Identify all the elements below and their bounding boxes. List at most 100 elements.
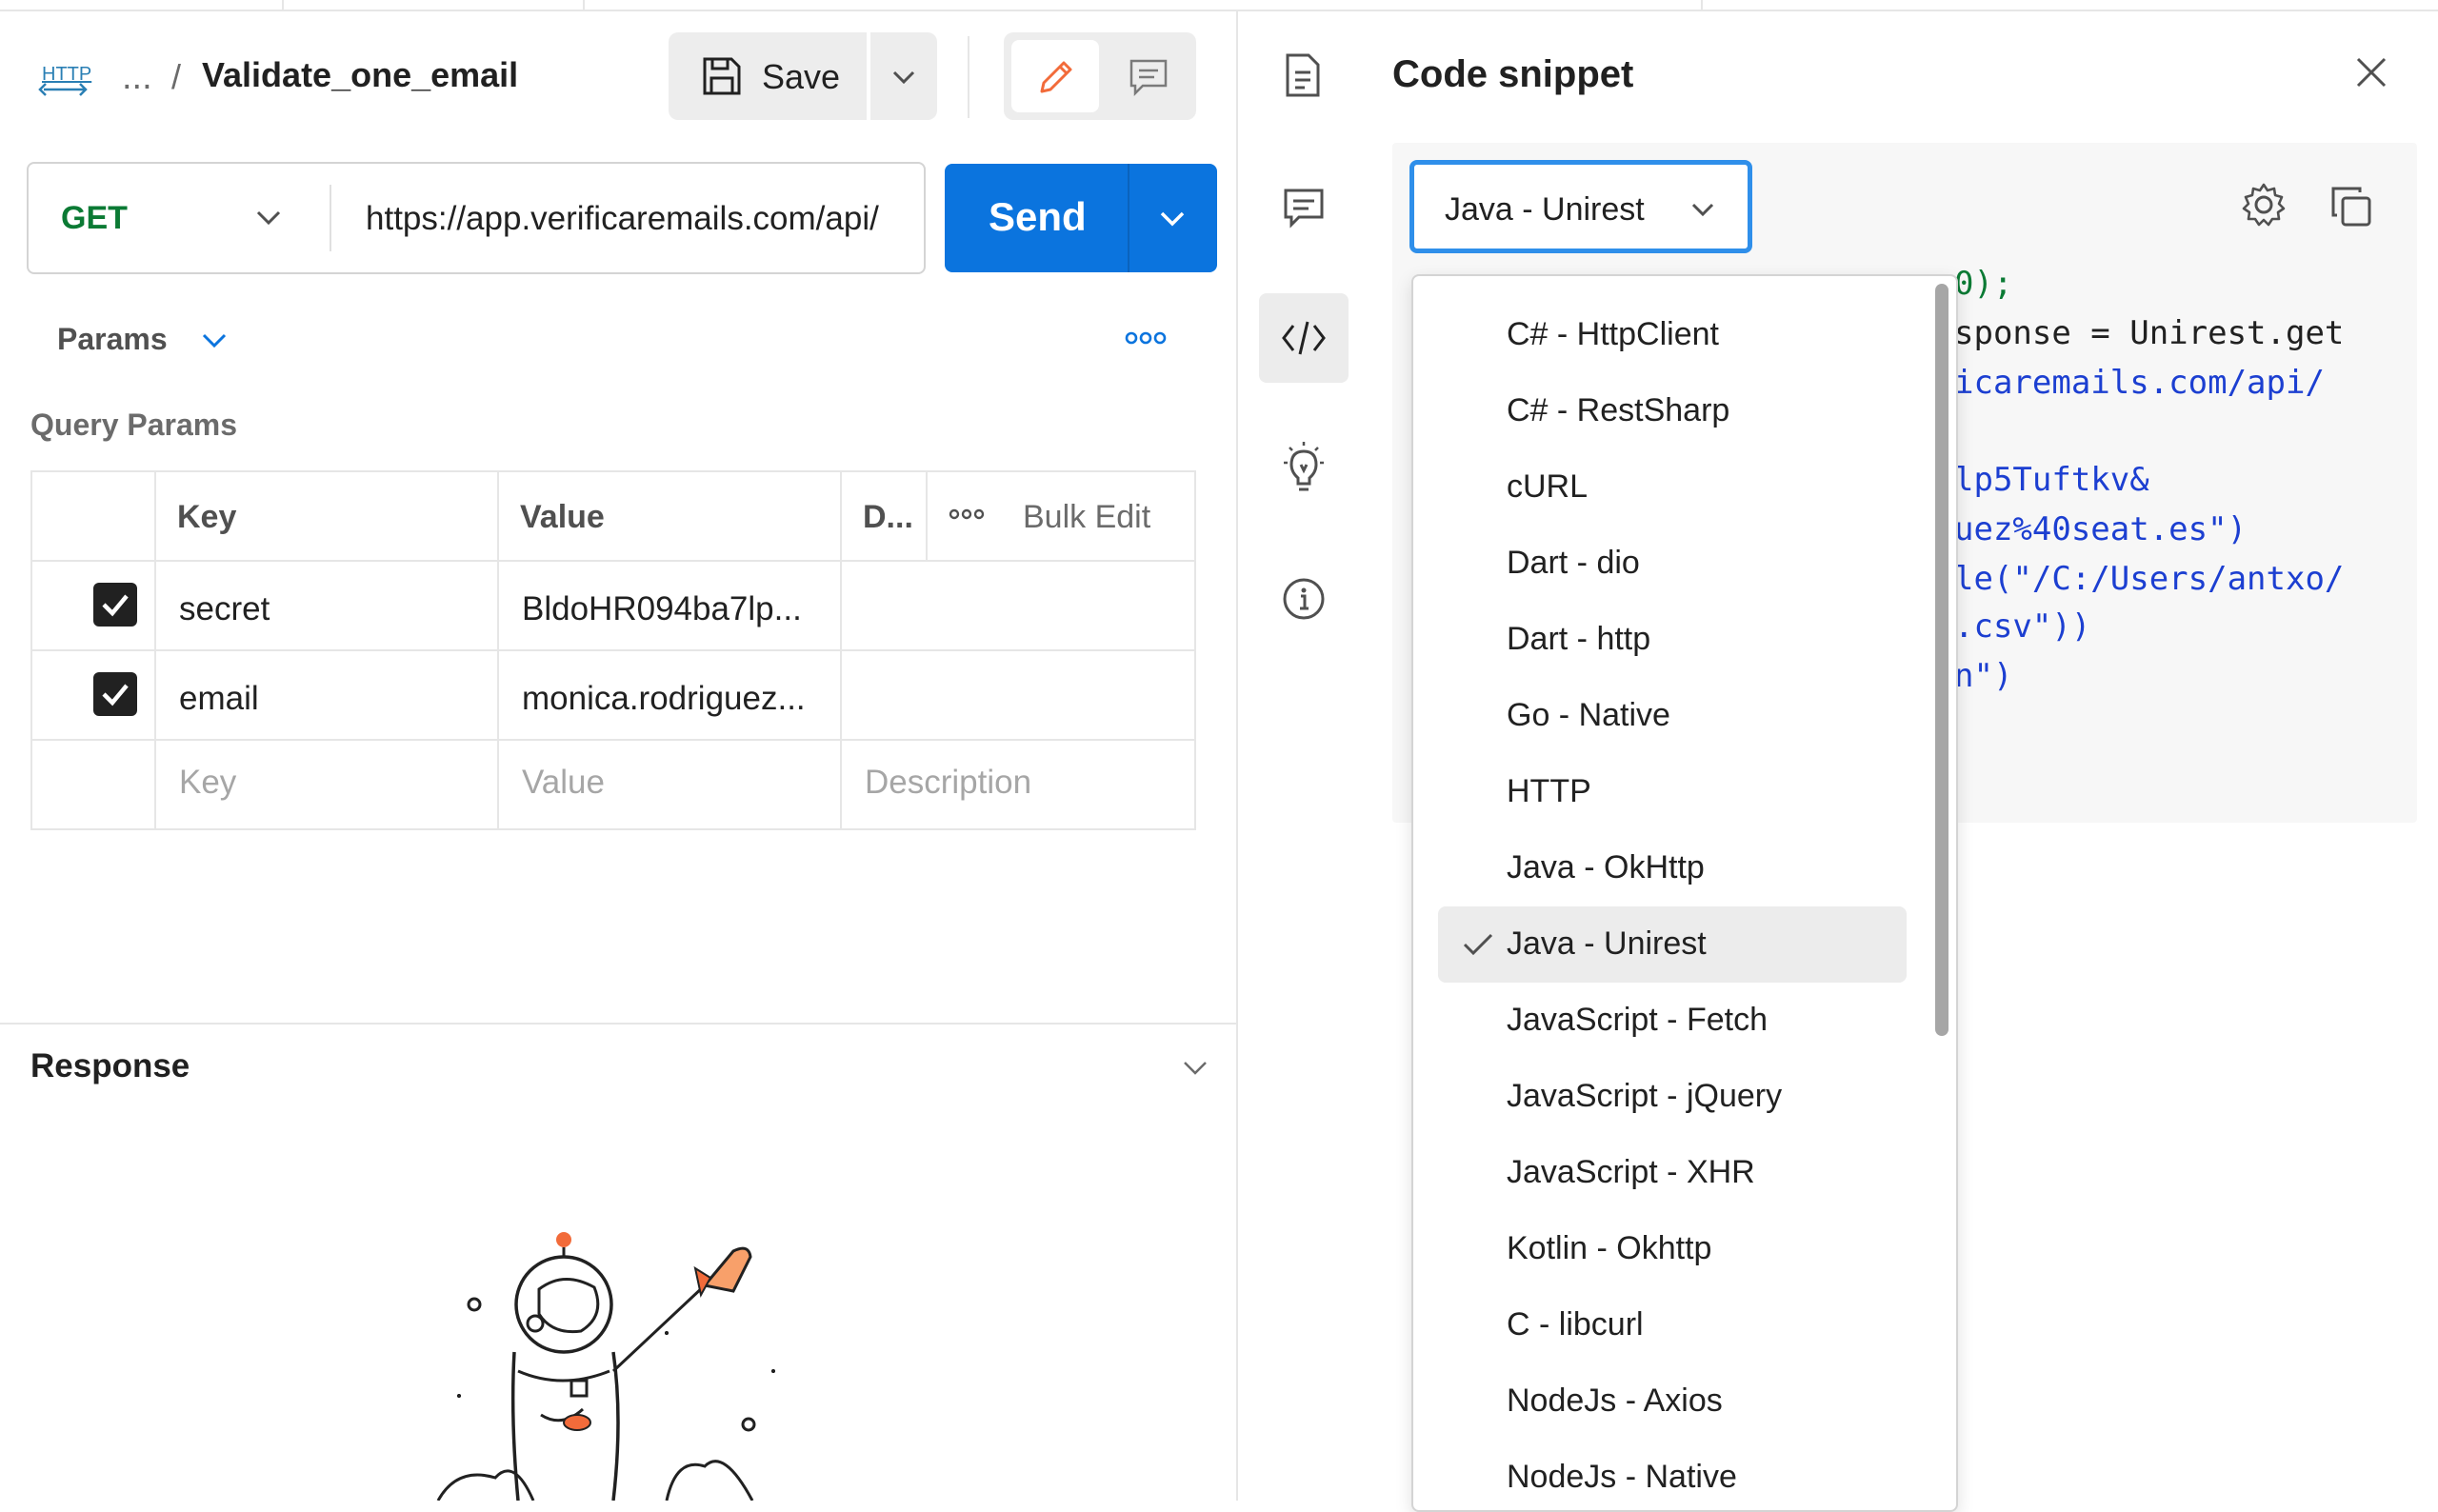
language-option[interactable]: NodeJs - Axios: [1438, 1363, 1907, 1440]
comment-icon: [1282, 187, 1326, 230]
code-line: n"): [1954, 657, 2013, 695]
language-option[interactable]: NodeJs - Native: [1438, 1440, 1907, 1510]
code-line: lp5Tuftkv&: [1954, 461, 2149, 499]
row-checkbox[interactable]: [93, 583, 137, 627]
language-option[interactable]: C# - HttpClient: [1438, 297, 1907, 373]
language-option-label: HTTP: [1507, 773, 1591, 809]
chevron-down-icon: [253, 202, 284, 232]
param-value[interactable]: monica.rodriguez...: [522, 680, 806, 718]
value-input[interactable]: Value: [522, 764, 605, 802]
panel-divider: [1236, 11, 1238, 1501]
code-line: 0);: [1954, 265, 2013, 303]
language-option[interactable]: HTTP: [1438, 754, 1907, 830]
language-option-selected[interactable]: Java - Unirest: [1438, 906, 1907, 983]
chevron-down-icon: [889, 63, 918, 91]
tab-strip: [0, 0, 2438, 11]
edit-mode-button[interactable]: [1011, 40, 1099, 112]
url-input[interactable]: https://app.verificaremails.com/api/: [366, 200, 909, 238]
language-option-label: Dart - http: [1507, 621, 1651, 657]
tab-params[interactable]: Params: [57, 322, 168, 357]
language-option[interactable]: Dart - dio: [1438, 526, 1907, 602]
chevron-down-icon[interactable]: [1156, 202, 1189, 234]
settings-gear-icon[interactable]: [2240, 181, 2288, 229]
param-key[interactable]: secret: [179, 590, 270, 628]
description-input[interactable]: Description: [865, 764, 1031, 802]
more-options-icon[interactable]: [1124, 324, 1168, 352]
astronaut-illustration: [419, 1228, 819, 1501]
http-request-icon: HTTP: [38, 51, 93, 99]
language-option[interactable]: C - libcurl: [1438, 1287, 1907, 1363]
pencil-icon: [1036, 57, 1076, 97]
row-divider: [32, 739, 1194, 741]
key-input[interactable]: Key: [179, 764, 236, 802]
method-label: GET: [61, 200, 128, 236]
param-key[interactable]: email: [179, 680, 259, 718]
language-dropdown-menu: C# - HttpClient C# - RestSharp cURL Dart…: [1411, 274, 1958, 1512]
request-title[interactable]: Validate_one_email: [202, 55, 518, 95]
row-divider: [32, 649, 1194, 651]
language-option-label: C# - HttpClient: [1507, 316, 1719, 352]
save-label: Save: [762, 57, 841, 96]
close-icon[interactable]: [2352, 53, 2390, 91]
bulk-edit-link[interactable]: Bulk Edit: [1023, 499, 1150, 536]
language-option[interactable]: Kotlin - Okhttp: [1438, 1211, 1907, 1287]
menu-scrollbar[interactable]: [1935, 284, 1948, 1036]
language-option[interactable]: cURL: [1438, 449, 1907, 526]
tab-separator: [583, 0, 585, 11]
language-option[interactable]: C# - RestSharp: [1438, 373, 1907, 449]
save-options-button[interactable]: [870, 32, 937, 120]
save-button[interactable]: Save: [669, 32, 867, 120]
code-snippet-title: Code snippet: [1392, 53, 1634, 95]
send-divider: [1128, 164, 1129, 272]
language-option[interactable]: Go - Native: [1438, 678, 1907, 754]
info-icon: [1282, 577, 1326, 621]
param-value[interactable]: BldoHR094ba7lp...: [522, 590, 802, 628]
response-title[interactable]: Response: [30, 1047, 190, 1085]
request-url-bar: GET https://app.verificaremails.com/api/: [27, 162, 926, 274]
documentation-button[interactable]: [1259, 32, 1349, 122]
code-snippet-button[interactable]: [1259, 293, 1349, 383]
language-option[interactable]: Dart - http: [1438, 602, 1907, 678]
copy-icon[interactable]: [2329, 185, 2373, 229]
column-header-key: Key: [177, 499, 237, 535]
query-params-title: Query Params: [30, 408, 238, 442]
language-option[interactable]: JavaScript - jQuery: [1438, 1059, 1907, 1135]
language-option-label: Kotlin - Okhttp: [1507, 1230, 1712, 1266]
comment-mode-button[interactable]: [1107, 40, 1189, 112]
info-button[interactable]: [1259, 554, 1349, 644]
code-line: sponse = Unirest.get: [1954, 314, 2345, 352]
lightbulb-icon: [1282, 442, 1326, 493]
language-option-label: Dart - dio: [1507, 545, 1640, 581]
related-collections-button[interactable]: [1259, 423, 1349, 512]
code-line: .csv")): [1954, 607, 2091, 646]
response-divider: [0, 1023, 1236, 1025]
breadcrumb-ellipsis[interactable]: ...: [122, 57, 152, 98]
send-button[interactable]: Send: [945, 164, 1217, 272]
language-option[interactable]: Java - OkHttp: [1438, 830, 1907, 906]
code-line: le("/C:/Users/antxo/: [1954, 560, 2345, 598]
chevron-down-icon[interactable]: [198, 324, 230, 356]
language-option-label: Java - Unirest: [1507, 925, 1707, 962]
language-option[interactable]: JavaScript - Fetch: [1438, 983, 1907, 1059]
code-icon: [1280, 318, 1328, 358]
svg-text:HTTP: HTTP: [42, 64, 91, 85]
language-option-label: cURL: [1507, 468, 1589, 505]
row-checkbox[interactable]: [93, 672, 137, 716]
more-options-icon[interactable]: [949, 503, 985, 526]
document-icon: [1284, 51, 1322, 99]
language-select[interactable]: Java - Unirest: [1409, 160, 1752, 253]
save-icon: [701, 55, 743, 97]
comments-button[interactable]: [1259, 164, 1349, 253]
row-divider: [32, 560, 1194, 562]
send-label: Send: [989, 194, 1087, 239]
tab-separator: [1701, 0, 1703, 11]
column-header-value: Value: [520, 499, 605, 535]
language-option-label: C# - RestSharp: [1507, 392, 1730, 428]
save-group: Save: [669, 32, 937, 120]
checkmark-icon: [1461, 927, 1495, 962]
code-line: uez%40seat.es"): [1954, 510, 2248, 548]
chevron-down-icon[interactable]: [1179, 1053, 1211, 1082]
language-option[interactable]: JavaScript - XHR: [1438, 1135, 1907, 1211]
comment-icon: [1128, 57, 1169, 97]
method-selector[interactable]: GET: [29, 164, 330, 272]
